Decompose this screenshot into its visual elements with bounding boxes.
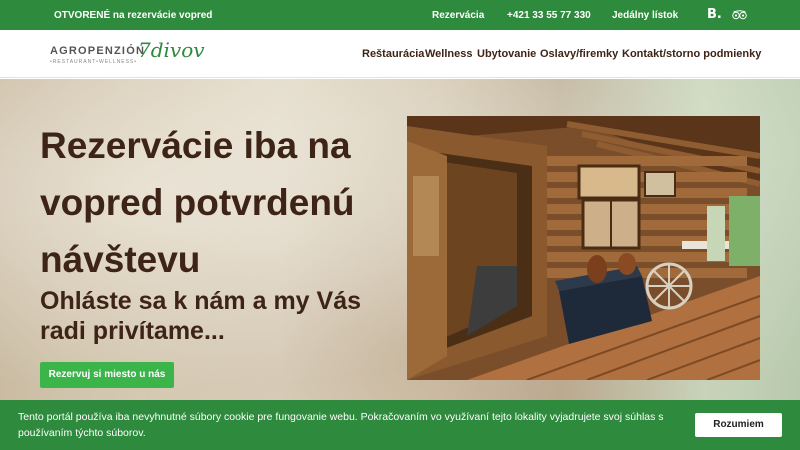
nav-item-ubytovanie[interactable]: Ubytovanie bbox=[477, 48, 536, 60]
nav-item-oslavy[interactable]: Oslavy/firemky bbox=[540, 48, 618, 60]
top-bar: OTVORENÉ na rezervácie vopred Rezervácia… bbox=[0, 0, 800, 30]
menu-link[interactable]: Jedálny lístok bbox=[612, 10, 678, 21]
cabin-porch-photo bbox=[407, 116, 760, 380]
cookie-text: Tento portál používa iba nevyhnutné súbo… bbox=[18, 411, 664, 439]
reservation-link[interactable]: Rezervácia bbox=[432, 10, 484, 21]
logo-sub-text: •RESTAURANT•WELLNESS• bbox=[50, 59, 138, 65]
nav-item-restauracia[interactable]: Reštaurácia bbox=[362, 48, 424, 60]
hero-section: Rezervácie iba na vopred potvrdenú návšt… bbox=[0, 79, 800, 450]
tripadvisor-owl-icon[interactable] bbox=[732, 10, 747, 20]
hero-subtitle: Ohláste sa k nám a my Vás radi privítame… bbox=[40, 287, 362, 345]
logo-main-text: AGROPENZIÓN bbox=[50, 45, 146, 57]
nav-item-wellness[interactable]: Wellness bbox=[425, 48, 473, 60]
cookie-accept-button[interactable]: Rozumiem bbox=[695, 413, 782, 437]
nav-item-kontakt[interactable]: Kontakt/storno podmienky bbox=[622, 48, 761, 60]
cookie-banner: Tento portál používa iba nevyhnutné súbo… bbox=[0, 400, 800, 450]
main-navigation: AGROPENZIÓN •RESTAURANT•WELLNESS• 7divov… bbox=[0, 30, 800, 78]
open-status-text: OTVORENÉ na rezervácie vopred bbox=[54, 10, 213, 21]
site-logo[interactable]: AGROPENZIÓN •RESTAURANT•WELLNESS• 7divov bbox=[50, 38, 205, 68]
phone-link[interactable]: +421 33 55 77 330 bbox=[507, 10, 591, 21]
logo-script-text: 7divov bbox=[138, 38, 205, 62]
hero-title: Rezervácie iba na vopred potvrdenú návšt… bbox=[40, 125, 355, 280]
cabin-porch-illustration bbox=[407, 116, 760, 380]
booking-icon[interactable]: B. bbox=[707, 7, 722, 22]
reserve-button[interactable]: Rezervuj si miesto u nás bbox=[40, 362, 174, 388]
